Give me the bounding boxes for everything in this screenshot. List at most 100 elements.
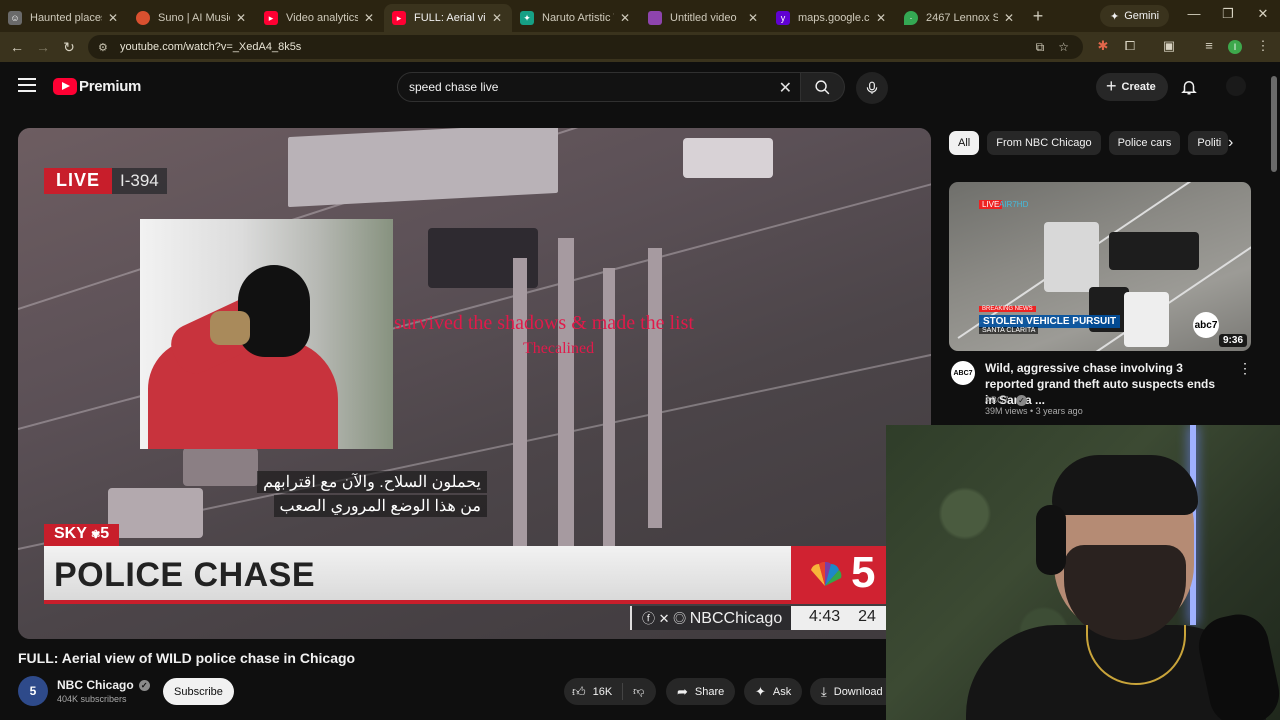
chip-from-channel[interactable]: From NBC Chicago (987, 131, 1101, 155)
gemini-button[interactable]: ✦ Gemini (1100, 5, 1170, 27)
live-badge: LIVE I-394 (44, 168, 167, 194)
create-button[interactable]: + Create (1096, 73, 1168, 101)
minimize-icon[interactable]: — (1184, 6, 1204, 21)
abc7-logo: abc7 (1193, 312, 1219, 338)
lower-third-rule (44, 600, 794, 604)
news-lower-third: POLICE CHASE (44, 546, 794, 604)
bookmark-star-icon[interactable]: ☆ (1058, 40, 1069, 54)
sparkle-icon: ✦ (755, 683, 766, 699)
browser-tab[interactable]: ▸Video analytics - Y✕ (256, 4, 384, 32)
like-dislike-group: 👍︎ 16K 👎︎ (564, 678, 657, 705)
close-icon[interactable]: ✕ (1002, 11, 1016, 25)
install-icon[interactable]: ⧉ (1036, 40, 1045, 55)
video-title: FULL: Aerial view of WILD police chase i… (18, 650, 356, 666)
youtube-play-icon (53, 78, 77, 95)
media-controls-icon[interactable]: ≡ (1200, 38, 1218, 53)
download-button[interactable]: ⤓ Download (810, 678, 886, 705)
webcam-overlay (886, 425, 1280, 720)
browser-tab[interactable]: ymaps.google.com✕ (768, 4, 896, 32)
close-icon[interactable]: ✕ (618, 11, 632, 25)
car-image (1044, 222, 1099, 292)
overlay-photo (140, 219, 393, 449)
notifications-bell-icon[interactable] (1180, 77, 1198, 102)
car-image (1124, 292, 1169, 347)
microphone-icon (866, 81, 878, 94)
more-options-icon[interactable]: ⋮ (1238, 360, 1252, 377)
sparkle-icon: ✦ (1110, 10, 1120, 23)
chip-politics[interactable]: Politi (1188, 131, 1229, 155)
sparkle-icon: ✦ (520, 11, 534, 25)
share-icon: ➦ (677, 683, 688, 699)
search-input[interactable]: speed chase live ✕ (397, 72, 801, 102)
scrollbar[interactable] (1271, 76, 1277, 172)
duration-badge: 9:36 (1218, 334, 1247, 347)
utility-pole (648, 248, 662, 528)
hamburger-menu-icon[interactable] (18, 78, 36, 92)
plus-icon: + (1106, 75, 1117, 96)
recommended-thumbnail[interactable]: LIVE AIR7HD BREAKING NEWS STOLEN VEHICLE… (949, 182, 1251, 351)
voice-search-button[interactable] (856, 72, 888, 104)
browser-tab[interactable]: ☺Haunted places in✕ (0, 4, 128, 32)
dislike-button[interactable]: 👎︎ (623, 685, 656, 698)
ask-button[interactable]: ✦ Ask (744, 678, 803, 705)
browser-menu-icon[interactable]: ⋮ (1254, 38, 1272, 54)
browser-tab[interactable]: Untitled video ✕ (640, 4, 768, 32)
sidepanel-icon[interactable]: ▣ (1160, 38, 1178, 54)
browser-tab-active[interactable]: ▸FULL: Aerial view o✕ (384, 4, 512, 32)
close-icon[interactable]: ✕ (362, 11, 376, 25)
browser-tab[interactable]: Suno | AI Music ✕ (128, 4, 256, 32)
car-image (108, 488, 203, 538)
youtube-header: Premium speed chase live ✕ + Create (0, 62, 1270, 112)
chip-police-cars[interactable]: Police cars (1108, 131, 1181, 155)
video-player[interactable]: LIVE I-394 survived the shadows & made t… (18, 128, 931, 639)
search-button[interactable] (801, 72, 845, 102)
browser-tab-strip: ☺Haunted places in✕ Suno | AI Music✕ ▸Vi… (0, 0, 1280, 32)
close-icon[interactable]: ✕ (106, 11, 120, 25)
extension-icon[interactable]: ✱ (1094, 38, 1112, 54)
youtube-logo[interactable]: Premium (53, 78, 141, 95)
channel-avatar[interactable]: 5 (18, 676, 48, 706)
facebook-x-instagram-icons: ⓕ ✕ ◎ (642, 611, 690, 626)
url-bar[interactable]: ⚙ youtube.com/watch?v=_XedA4_8k5s ⧉ ☆ (88, 35, 1083, 59)
ghost-icon: ☺ (8, 11, 22, 25)
verified-icon: ✓ (1016, 395, 1028, 406)
close-icon[interactable]: ✕ (234, 11, 248, 25)
hair-shape (1052, 455, 1198, 515)
filter-chips: All From NBC Chicago Police cars Politi (949, 131, 1236, 155)
suno-icon (136, 11, 150, 25)
extensions-puzzle-icon[interactable]: ⧠ (1121, 38, 1139, 54)
yahoo-icon: y (776, 11, 790, 25)
back-icon[interactable]: ← (4, 39, 30, 55)
close-icon[interactable]: ✕ (746, 11, 760, 25)
site-settings-icon[interactable]: ⚙ (98, 41, 114, 54)
browser-tab[interactable]: ✦Naruto Artistic Wa✕ (512, 4, 640, 32)
profile-avatar[interactable]: I (1228, 40, 1242, 54)
restore-icon[interactable]: ❐ (1218, 6, 1238, 22)
recommended-meta: ABC7 ✓ 39M views • 3 years ago (985, 395, 1083, 416)
youtube-icon: ▸ (392, 11, 406, 25)
account-avatar[interactable] (1226, 76, 1246, 96)
browser-tab[interactable]: ·2467 Lennox St to✕ (896, 4, 1024, 32)
social-handle-bar: ⓕ ✕ ◎ NBCChicago (630, 606, 793, 630)
close-window-icon[interactable]: ✕ (1253, 6, 1273, 22)
subscribe-button[interactable]: Subscribe (163, 678, 234, 705)
subtitle: يحملون السلاح. والآن مع اقترابهم من هذا … (235, 468, 493, 522)
chevron-right-icon[interactable]: › (1228, 134, 1233, 152)
subscriber-count: 404K subscribers (57, 694, 127, 704)
new-tab-icon[interactable]: + (1024, 6, 1052, 27)
close-icon[interactable]: ✕ (490, 11, 504, 25)
channel-avatar[interactable]: ABC7 (951, 361, 975, 385)
verified-icon: ✓ (138, 679, 150, 691)
headphone-shape (1036, 505, 1066, 575)
forward-icon[interactable]: → (30, 39, 56, 55)
masked-head-shape (238, 265, 310, 357)
chip-all[interactable]: All (949, 131, 980, 155)
close-icon[interactable]: ✕ (874, 11, 888, 25)
clear-search-icon[interactable]: ✕ (779, 78, 792, 98)
channel-name[interactable]: NBC Chicago ✓ (57, 678, 150, 692)
thumbs-up-icon: 👍︎ (572, 683, 586, 699)
reload-icon[interactable]: ↻ (56, 39, 82, 56)
like-button[interactable]: 👍︎ 16K (564, 683, 624, 700)
share-button[interactable]: ➦ Share (666, 678, 736, 705)
sky5-badge: SKY ✾5 (44, 524, 120, 546)
